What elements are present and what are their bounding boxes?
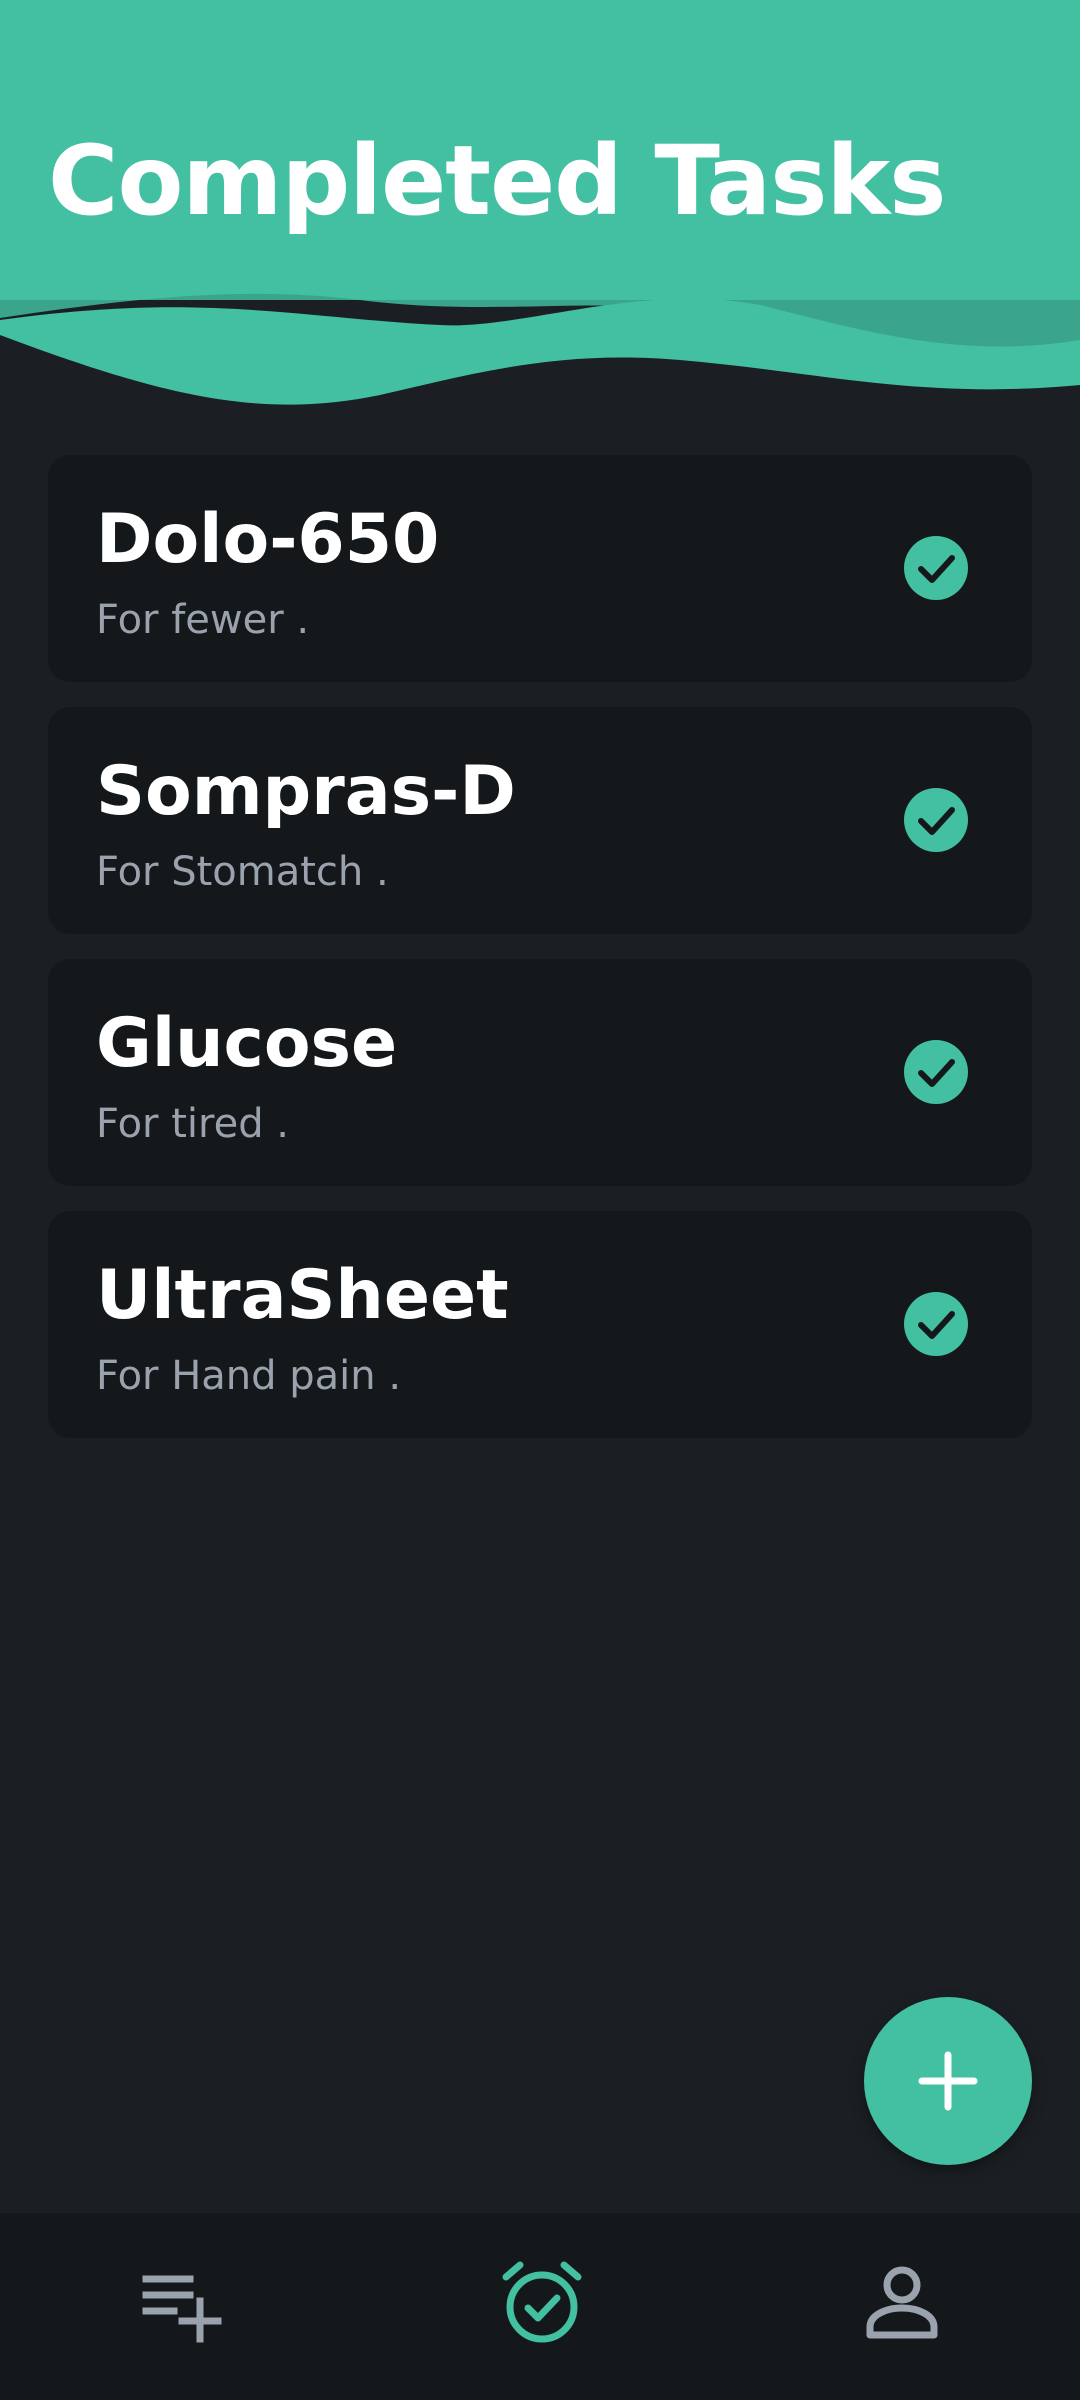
nav-item-profile[interactable] xyxy=(720,2213,1080,2400)
task-description: For fewer . xyxy=(96,597,310,643)
header-wave: Completed Tasks xyxy=(0,0,1080,440)
alarm-check-icon xyxy=(502,2261,582,2343)
task-card-glucose[interactable]: Glucose For tired . xyxy=(48,959,1032,1186)
task-name: Sompras-D xyxy=(96,752,516,831)
task-card-sompras-d[interactable]: Sompras-D For Stomatch . xyxy=(48,707,1032,934)
check-circle-icon[interactable] xyxy=(904,788,968,852)
task-list: Dolo-650 For fewer . Sompras-D For Stoma… xyxy=(48,455,1032,1463)
task-description: For Stomatch . xyxy=(96,849,389,895)
task-name: Dolo-650 xyxy=(96,500,440,579)
check-circle-icon[interactable] xyxy=(904,1292,968,1356)
task-description: For Hand pain . xyxy=(96,1353,402,1399)
nav-item-completed[interactable] xyxy=(360,2213,720,2400)
check-circle-icon[interactable] xyxy=(904,1040,968,1104)
task-card-ultrasheet[interactable]: UltraSheet For Hand pain . xyxy=(48,1211,1032,1438)
page-title: Completed Tasks xyxy=(48,125,946,237)
person-icon xyxy=(866,2266,938,2339)
add-task-button[interactable] xyxy=(864,1997,1032,2165)
plus-icon xyxy=(918,2051,978,2111)
task-description: For tired . xyxy=(96,1101,290,1147)
task-card-dolo-650[interactable]: Dolo-650 For fewer . xyxy=(48,455,1032,682)
nav-item-add-task[interactable] xyxy=(0,2213,360,2400)
playlist-add-icon xyxy=(142,2275,222,2343)
check-circle-icon[interactable] xyxy=(904,536,968,600)
bottom-navigation xyxy=(0,2213,1080,2400)
task-name: UltraSheet xyxy=(96,1256,509,1335)
task-name: Glucose xyxy=(96,1004,398,1083)
